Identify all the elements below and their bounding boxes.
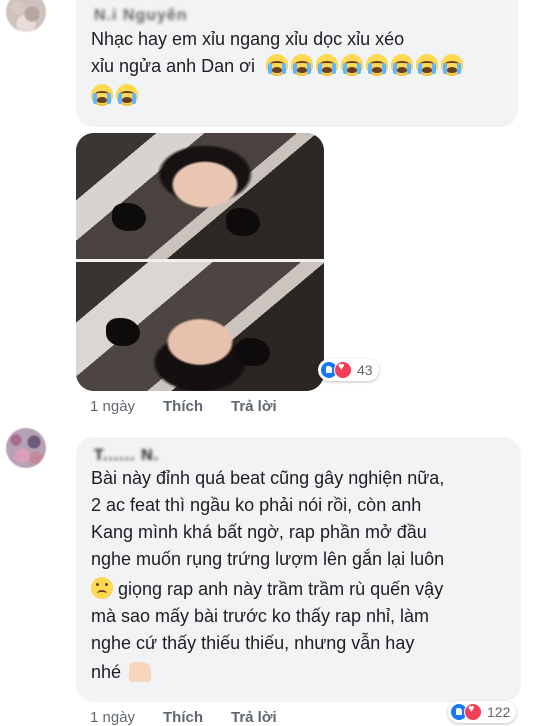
comment-line: Nhạc hay em xỉu ngang xỉu dọc xỉu xéo bbox=[91, 29, 405, 49]
crying-face-icon bbox=[116, 84, 138, 106]
comment-line: nhé bbox=[91, 659, 509, 686]
comment-line: mà sao mấy bài trước ko thấy rap nhỉ, là… bbox=[91, 606, 429, 626]
thumbs-up-icon bbox=[129, 662, 152, 682]
comment-line: Bài này đỉnh quá beat cũng gây nghiện nữ… bbox=[91, 468, 445, 488]
comment-actions: 1 ngày Thích Trả lời bbox=[90, 709, 277, 726]
comment-line: nghe muốn rụng trứng lượm lên gắn lại lu… bbox=[91, 549, 445, 569]
comment-text: Bài này đỉnh quá beat cũng gây nghiện nữ… bbox=[91, 465, 509, 686]
love-icon bbox=[464, 703, 482, 721]
comment-line-text: nhé bbox=[91, 662, 122, 682]
love-icon bbox=[334, 361, 352, 379]
photo-top-half bbox=[76, 133, 324, 262]
comment-text: Nhạc hay em xỉu ngang xỉu dọc xỉu xéo xỉ… bbox=[91, 26, 506, 110]
crying-face-icon bbox=[91, 84, 113, 106]
hand-shape bbox=[106, 318, 140, 346]
hand-shape bbox=[226, 208, 260, 236]
sad-face-icon bbox=[91, 577, 113, 599]
hand-shape bbox=[112, 203, 146, 231]
comment-line-text: giọng rap anh này trầm trầm rù quến vậy bbox=[118, 579, 444, 599]
comment-time[interactable]: 1 ngày bbox=[90, 709, 163, 726]
comment-line: nghe cứ thấy thiếu thiếu, nhưng vẫn hay bbox=[91, 633, 415, 653]
crying-face-icon bbox=[265, 54, 466, 76]
comment-line: xỉu ngửa anh Dan ơi bbox=[91, 53, 506, 80]
comment-line bbox=[91, 83, 506, 110]
comment-line: Kang mình khá bất ngờ, rap phần mở đầu bbox=[91, 522, 427, 542]
comment-time[interactable]: 1 ngày bbox=[90, 398, 163, 415]
photo-divider bbox=[76, 259, 324, 263]
like-button[interactable]: Thích bbox=[163, 709, 231, 726]
like-button[interactable]: Thích bbox=[163, 398, 231, 415]
comment-bubble: N.i Nguyên Nhạc hay em xỉu ngang xỉu dọc… bbox=[76, 0, 518, 127]
comment-author[interactable]: N.i Nguyên bbox=[94, 2, 188, 29]
reaction-count: 122 bbox=[487, 704, 511, 720]
avatar[interactable] bbox=[6, 0, 46, 32]
comment-line-text: xỉu ngửa anh Dan ơi bbox=[91, 56, 255, 76]
comment-line: 2 ac feat thì ngầu ko phải nói rồi, còn … bbox=[91, 495, 422, 515]
reply-button[interactable]: Trả lời bbox=[231, 398, 277, 415]
comment-line: giọng rap anh này trầm trầm rù quến vậy bbox=[91, 576, 509, 603]
reaction-summary[interactable]: 43 bbox=[318, 359, 379, 381]
comment-bubble: T...... N. Bài này đỉnh quá beat cũng gâ… bbox=[76, 437, 521, 702]
comment-photo[interactable] bbox=[76, 133, 324, 391]
reaction-count: 43 bbox=[357, 362, 373, 378]
reaction-summary[interactable]: 122 bbox=[448, 701, 517, 723]
avatar[interactable] bbox=[6, 428, 46, 468]
reply-button[interactable]: Trả lời bbox=[231, 709, 277, 726]
comment-actions: 1 ngày Thích Trả lời bbox=[90, 398, 277, 415]
hand-shape bbox=[236, 338, 270, 366]
